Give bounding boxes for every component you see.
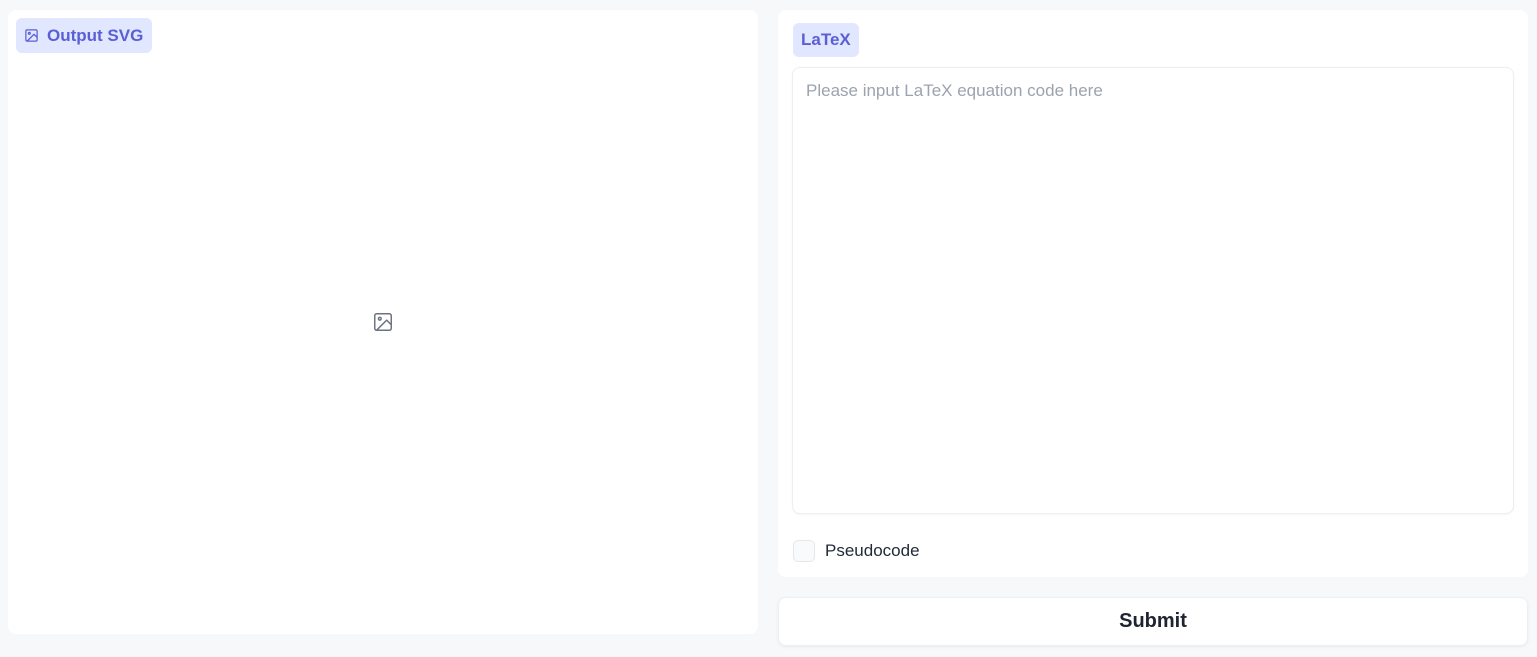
pseudocode-option[interactable]: Pseudocode [793,540,920,562]
pseudocode-checkbox-label[interactable]: Pseudocode [825,541,920,561]
image-icon [24,28,39,43]
submit-button[interactable]: Submit [778,597,1528,646]
latex-input-panel: LaTeX Pseudocode [778,10,1528,577]
pseudocode-checkbox[interactable] [793,540,815,562]
output-svg-panel: Output SVG [8,10,758,634]
latex-code-input[interactable] [792,67,1514,514]
image-placeholder-icon [372,311,394,333]
latex-label: LaTeX [793,23,859,57]
output-svg-label-text: Output SVG [47,25,144,45]
output-svg-label: Output SVG [16,18,153,53]
latex-label-text: LaTeX [801,30,851,49]
